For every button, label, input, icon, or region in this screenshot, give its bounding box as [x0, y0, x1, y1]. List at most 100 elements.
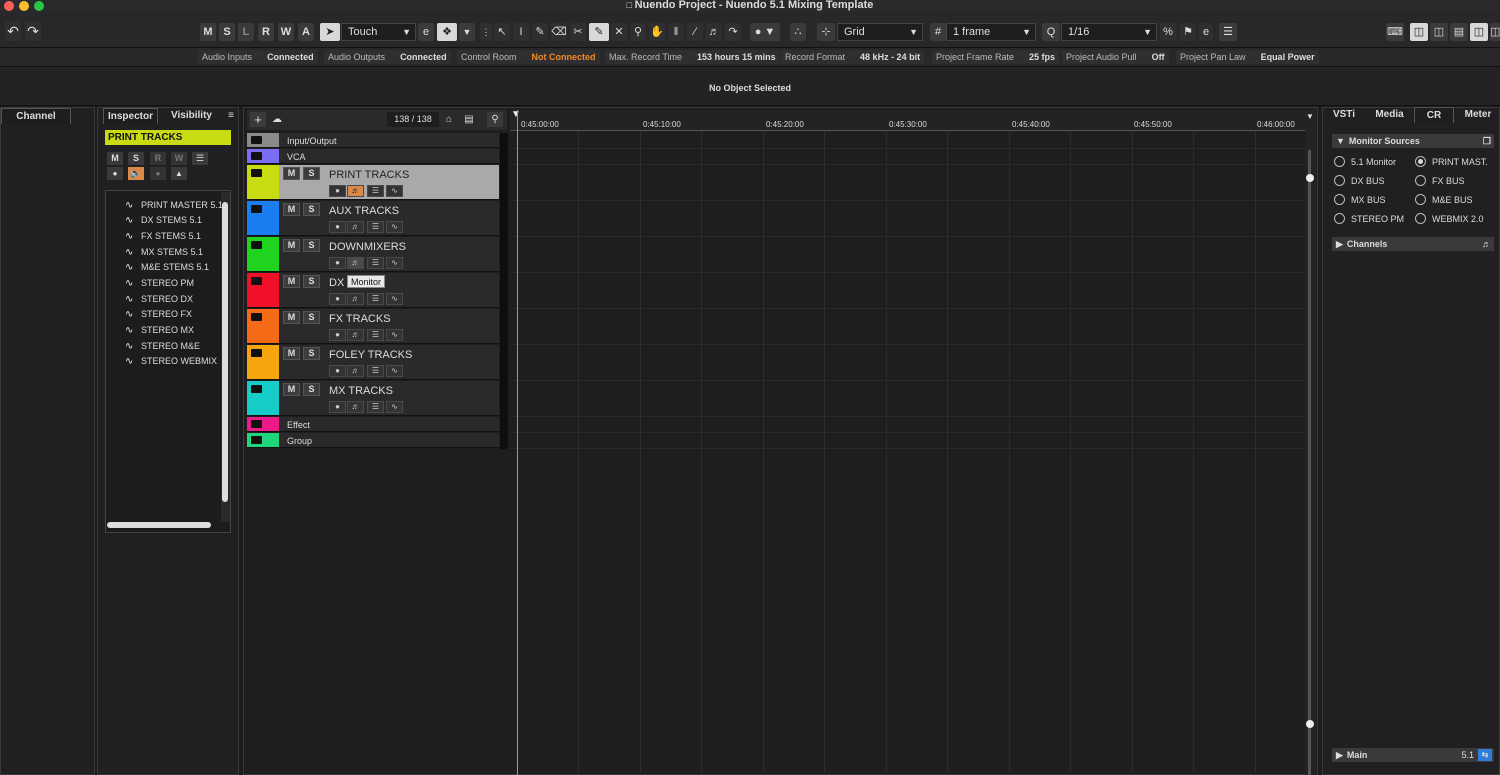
track-mx-tracks[interactable]: M S MX TRACKS ● ♬ ☰ ∿	[247, 381, 499, 416]
monitor-speaker-icon[interactable]: ♬	[347, 221, 364, 233]
scrollbar-thumb[interactable]	[222, 202, 228, 502]
track-input-output[interactable]: Input/Output	[247, 133, 499, 148]
quantize-select[interactable]: 1/16 ▼	[1061, 23, 1157, 41]
chevron-down-icon[interactable]: ▼	[459, 23, 475, 41]
track-solo-button[interactable]: S	[303, 239, 320, 252]
automation-mode-select[interactable]: Touch ▼	[341, 23, 416, 41]
main-output-header[interactable]: ▶ Main 5.1 ⇆	[1332, 748, 1494, 762]
zoom-handle[interactable]	[1306, 720, 1314, 728]
track-mute-button[interactable]: M	[283, 203, 300, 216]
search-icon[interactable]: ⚲	[487, 112, 503, 127]
status-audio-pull[interactable]: Project Audio Pull Off	[1062, 50, 1169, 64]
record-enable-icon[interactable]: ●	[329, 293, 346, 305]
record-enable-icon[interactable]: ●	[329, 257, 346, 269]
list-item[interactable]: ∿ PRINT MASTER 5.1	[125, 198, 223, 213]
keyboard-icon[interactable]: ⌨	[1386, 23, 1404, 41]
monitor-speaker-icon[interactable]: ♬	[347, 365, 364, 377]
grid-value-select[interactable]: 1 frame ▼	[946, 23, 1036, 41]
freeze-icon[interactable]: ∿	[386, 401, 403, 413]
pencil-icon[interactable]: ✎	[532, 23, 548, 41]
mute-button[interactable]: M	[200, 23, 216, 41]
list-item[interactable]: ∿ STEREO DX	[125, 292, 193, 307]
list-item[interactable]: ∿ STEREO PM	[125, 276, 194, 291]
left-zone-icon[interactable]: ◫	[1410, 23, 1428, 41]
status-pan-law[interactable]: Project Pan Law Equal Power	[1176, 50, 1319, 64]
monitor-speaker-icon[interactable]: ♬	[347, 185, 364, 197]
edit-icon[interactable]: e	[418, 23, 434, 41]
record-enable-icon[interactable]: ●	[329, 401, 346, 413]
project-cursor[interactable]	[517, 110, 518, 775]
track-solo-button[interactable]: S	[303, 347, 320, 360]
monitor-sources-header[interactable]: ▼ Monitor Sources ❐	[1332, 134, 1494, 148]
snap-mode-icon[interactable]: ● ▼	[750, 23, 780, 41]
freeze-icon[interactable]: ▲	[171, 167, 187, 180]
write-button[interactable]: W	[278, 23, 294, 41]
radio-fx-bus[interactable]	[1415, 175, 1426, 186]
track-aux-tracks[interactable]: M S AUX TRACKS ● ♬ ☰ ∿	[247, 201, 499, 236]
track-print-tracks[interactable]: M S PRINT TRACKS ● ♬ ☰ ∿	[247, 165, 499, 200]
track-solo-button[interactable]: S	[303, 203, 320, 216]
radio-stereo-pm[interactable]	[1334, 213, 1345, 224]
tab-channel[interactable]: Channel	[1, 108, 71, 124]
automation-button[interactable]: A	[298, 23, 314, 41]
track-dx-tracks[interactable]: M S DX TRACKS Monitor ● ♬ ☰ ∿	[247, 273, 499, 308]
scissors-icon[interactable]: ✂	[570, 23, 586, 41]
list-item[interactable]: ∿ DX STEMS 5.1	[125, 213, 202, 228]
track-solo-button[interactable]: S	[303, 275, 320, 288]
inspector-read-button[interactable]: R	[150, 152, 166, 165]
tab-cr[interactable]: CR	[1414, 107, 1454, 123]
edit-icon[interactable]: ☰	[367, 365, 384, 377]
scrollbar-track[interactable]	[1308, 150, 1311, 775]
cross-icon[interactable]: ∴	[790, 23, 806, 41]
stems-scrollbar[interactable]	[221, 192, 230, 522]
quantize-icon[interactable]: Q	[1042, 23, 1060, 41]
menu-icon[interactable]: ≡	[224, 108, 238, 124]
status-audio-outputs[interactable]: Audio Outputs Connected	[324, 50, 451, 64]
iterative-quantize-icon[interactable]: %	[1160, 23, 1176, 41]
range-icon[interactable]: I	[513, 23, 529, 41]
record-enable-icon[interactable]: ●	[329, 365, 346, 377]
tab-media[interactable]: Media	[1367, 107, 1412, 123]
status-record-format[interactable]: Record Format 48 kHz - 24 bit	[781, 50, 925, 64]
monitor-speaker-icon[interactable]: ♬	[347, 329, 364, 341]
undo-icon[interactable]: ↶	[5, 21, 21, 41]
inspector-mute-button[interactable]: M	[107, 152, 123, 165]
edit-icon[interactable]: ☰	[367, 185, 384, 197]
snap-icon[interactable]: ⊹	[817, 23, 835, 41]
link-icon[interactable]: ⇆	[1478, 749, 1492, 761]
edit-icon[interactable]: e	[1199, 23, 1213, 41]
layout-icon[interactable]: ◫	[1430, 23, 1448, 41]
freeze-icon[interactable]: ∿	[386, 293, 403, 305]
monitor-speaker-icon[interactable]: ♬	[347, 257, 364, 269]
speaker-icon[interactable]: ♬	[1482, 237, 1491, 251]
list-item[interactable]: ∿ M&E STEMS 5.1	[125, 260, 209, 275]
channels-header[interactable]: ▶ Channels ♬	[1332, 237, 1494, 251]
list-item[interactable]: ∿ MX STEMS 5.1	[125, 245, 203, 260]
eraser-icon[interactable]: ⌫	[551, 23, 567, 41]
vertical-scrollbar[interactable]: ▼	[1305, 110, 1316, 775]
freeze-icon[interactable]: ∿	[386, 257, 403, 269]
record-enable-icon[interactable]: ●	[329, 329, 346, 341]
track-mute-button[interactable]: M	[283, 383, 300, 396]
radio-5-1-monitor[interactable]	[1334, 156, 1345, 167]
inspector-write-button[interactable]: W	[171, 152, 187, 165]
monitor-speaker-icon[interactable]: ♬	[347, 401, 364, 413]
quantize-flag-icon[interactable]: ⚑	[1180, 23, 1196, 41]
record-enable-icon[interactable]: ●	[329, 221, 346, 233]
radio-webmix[interactable]	[1415, 213, 1426, 224]
track-group[interactable]: Group	[247, 433, 499, 448]
radio-me-bus[interactable]	[1415, 194, 1426, 205]
tab-meter[interactable]: Meter	[1456, 107, 1500, 123]
list-item[interactable]: ∿ FX STEMS 5.1	[125, 229, 201, 244]
track-mute-button[interactable]: M	[283, 167, 300, 180]
copy-icon[interactable]: ❐	[1483, 134, 1491, 148]
edit-icon[interactable]: ☰	[367, 401, 384, 413]
monitor-speaker-icon[interactable]: 🔈	[128, 167, 144, 180]
freeze-icon[interactable]: ∿	[386, 329, 403, 341]
tab-visibility[interactable]: Visibility	[164, 108, 219, 124]
align-icon[interactable]: ☰	[1219, 23, 1237, 41]
home-icon[interactable]: ⌂	[441, 112, 457, 127]
status-control-room[interactable]: Control Room Not Connected	[457, 50, 600, 64]
inspector-edit-icon[interactable]: ☰	[192, 152, 208, 165]
tab-inspector[interactable]: Inspector	[103, 108, 158, 124]
